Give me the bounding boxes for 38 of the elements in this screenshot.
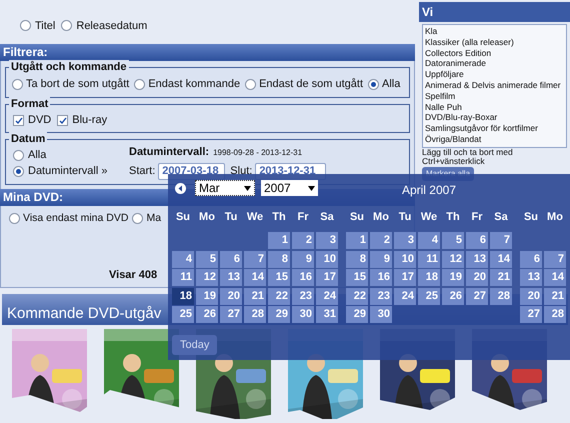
filter-header: Filtrera: xyxy=(0,44,415,61)
radio-label: Datumintervall » xyxy=(28,164,108,178)
radio-label: Ta bort de som utgått xyxy=(26,77,130,92)
radio-label: Endast kommande xyxy=(148,77,240,92)
end-label: Slut: xyxy=(230,164,252,179)
range-value: 1998-09-28 - 2013-12-31 xyxy=(213,147,302,159)
weekday-label: Mo xyxy=(372,210,390,224)
weekday-label: Sa xyxy=(319,210,335,224)
weekday-label: We xyxy=(420,210,438,224)
radio-label: Titel xyxy=(35,18,56,34)
weekday-label: Tu xyxy=(398,210,412,224)
weekday-label: Mo xyxy=(546,210,564,224)
radio-label: Alla xyxy=(28,148,46,162)
result-count: Visar 408 xyxy=(109,268,158,283)
checkbox-label: DVD xyxy=(28,113,52,128)
radio-label: Alla xyxy=(382,77,400,92)
fieldset-legend: Utgått och kommande xyxy=(9,60,129,74)
checkbox-label: Blu-ray xyxy=(72,113,108,128)
radio-label: Releasedatum xyxy=(76,18,148,34)
weekday-label: Fr xyxy=(296,210,310,224)
list-hint: Lägg till och ta bort med Ctrl+vänsterklick xyxy=(422,148,514,166)
weekday-label: Su xyxy=(348,210,366,224)
upcoming-title: Kommande DVD-utgåv xyxy=(7,305,162,323)
weekday-label: Tu xyxy=(224,210,238,224)
weekday-label: We xyxy=(246,210,264,224)
weekday-label: Th xyxy=(445,210,461,224)
weekday-label: Th xyxy=(271,210,287,224)
radio-label: Visa endast mina DVD xyxy=(23,211,128,226)
weekday-label: Fr xyxy=(470,210,484,224)
range-label: Datumintervall: xyxy=(129,145,210,160)
weekday-label: Mo xyxy=(198,210,216,224)
categories-header: Vi xyxy=(419,2,570,22)
radio-label: Ma xyxy=(146,211,162,226)
weekday-label: Su xyxy=(174,210,192,224)
weekday-label: Su xyxy=(522,210,540,224)
weekday-label: Sa xyxy=(493,210,509,224)
start-label: Start: xyxy=(129,164,156,179)
radio-label: Endast de som utgått xyxy=(259,77,364,92)
